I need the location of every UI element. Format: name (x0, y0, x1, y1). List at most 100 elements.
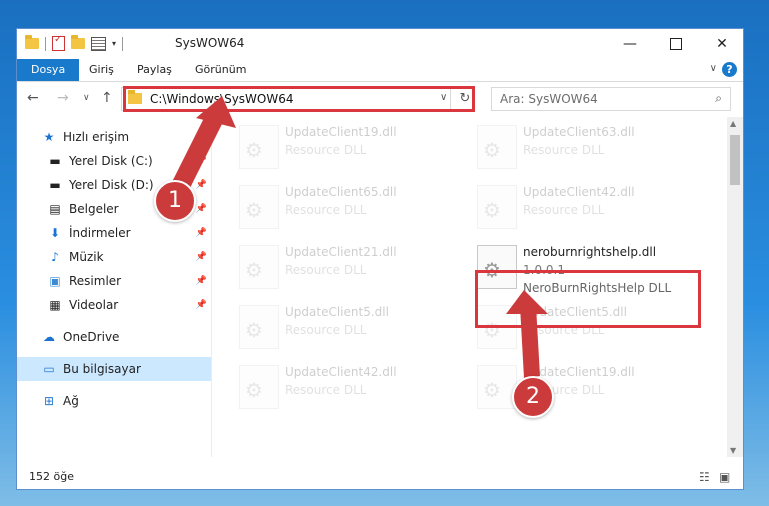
dll-file-icon: ⚙ (239, 185, 279, 229)
details-view-icon[interactable]: ☷ (699, 470, 710, 484)
dll-file-icon: ⚙ (477, 125, 517, 169)
cloud-icon: ☁ (43, 330, 55, 344)
sidebar-item-label: Bu bilgisayar (63, 362, 141, 376)
callout-1: 1 (154, 180, 196, 222)
star-icon: ★ (43, 130, 55, 144)
properties-check-icon[interactable] (52, 34, 65, 51)
video-icon: ▦ (49, 298, 61, 312)
tab-home[interactable]: Giriş (79, 59, 124, 81)
file-name: UpdateClient19.dll (285, 125, 397, 139)
pin-icon[interactable]: 📌 (196, 228, 207, 238)
scroll-down-icon[interactable]: ▼ (730, 446, 736, 455)
computer-icon: ▭ (43, 362, 55, 376)
sidebar-item-label: Yerel Disk (C:) (69, 154, 153, 168)
refresh-button[interactable]: ↻ (455, 87, 475, 111)
sidebar-item-label: Ağ (63, 394, 79, 408)
large-icons-view-icon[interactable]: ▣ (719, 470, 730, 484)
file-description: Resource DLL (523, 143, 605, 157)
expand-ribbon-icon[interactable]: ∨ (710, 63, 717, 74)
back-button[interactable]: ← (27, 90, 39, 106)
maximize-icon (670, 38, 682, 50)
gear-icon: ⚙ (245, 258, 263, 282)
navigation-pane: ★ Hızlı erişim ▬ Yerel Disk (C:) 📌 ▬ Yer… (17, 117, 212, 457)
tab-share[interactable]: Paylaş (127, 59, 182, 81)
dll-file-icon: ⚙ (239, 125, 279, 169)
callout-2: 2 (512, 376, 554, 418)
tab-file[interactable]: Dosya (17, 59, 80, 81)
search-icon[interactable]: ⌕ (715, 91, 722, 106)
gear-icon: ⚙ (245, 318, 263, 342)
sidebar-item-music[interactable]: ♪ Müzik 📌 (17, 245, 211, 269)
document-icon: ▤ (49, 202, 61, 216)
scroll-thumb[interactable] (730, 135, 740, 185)
recent-locations-icon[interactable]: ∨ (83, 93, 90, 103)
address-highlight-box (123, 86, 475, 112)
up-button[interactable]: ↑ (101, 90, 113, 106)
search-box[interactable]: Ara: SysWOW64 ⌕ (491, 87, 731, 111)
sidebar-item-label: Belgeler (69, 202, 119, 216)
sidebar-item-label: OneDrive (63, 330, 120, 344)
view-properties-icon[interactable] (91, 36, 106, 51)
window-title: SysWOW64 (175, 36, 245, 50)
file-item[interactable]: ⚙ UpdateClient42.dll Resource DLL (237, 361, 467, 415)
dll-file-icon: ⚙ (239, 305, 279, 349)
explorer-window: ▾ SysWOW64 — ✕ Dosya Giriş Paylaş Görünü… (16, 28, 744, 490)
scroll-up-icon[interactable]: ▲ (730, 119, 736, 128)
gear-icon: ⚙ (245, 198, 263, 222)
maximize-button[interactable] (653, 29, 699, 59)
pin-icon[interactable]: 📌 (196, 204, 207, 214)
customize-toolbar-arrow-icon[interactable]: ▾ (112, 39, 116, 48)
file-highlight-box (475, 270, 701, 328)
dll-file-icon: ⚙ (477, 185, 517, 229)
drive-icon: ▬ (49, 178, 61, 192)
file-item[interactable]: ⚙ UpdateClient65.dll Resource DLL (237, 181, 467, 235)
dll-file-icon: ⚙ (477, 365, 517, 409)
pin-icon[interactable]: 📌 (196, 252, 207, 262)
forward-button[interactable]: → (57, 90, 69, 106)
file-item[interactable]: ⚙ UpdateClient5.dll Resource DLL (237, 301, 467, 355)
file-item[interactable]: ⚙ UpdateClient42.dll Resource DLL (475, 181, 705, 235)
sidebar-item-quick-access[interactable]: ★ Hızlı erişim (17, 125, 211, 149)
file-description: Resource DLL (285, 143, 367, 157)
file-name: UpdateClient21.dll (285, 245, 397, 259)
gear-icon: ⚙ (483, 378, 501, 402)
pin-icon[interactable]: 📌 (196, 276, 207, 286)
file-description: Resource DLL (285, 323, 367, 337)
pin-icon[interactable]: 📌 (196, 156, 207, 166)
sidebar-item-this-pc[interactable]: ▭ Bu bilgisayar (17, 357, 211, 381)
search-placeholder[interactable]: Ara: SysWOW64 (500, 92, 598, 106)
tab-view[interactable]: Görünüm (185, 59, 256, 81)
file-description: Resource DLL (285, 383, 367, 397)
file-item[interactable]: ⚙ UpdateClient19.dll Resource DLL (475, 361, 705, 415)
sidebar-item-label: İndirmeler (69, 226, 131, 240)
navigation-bar: ← → ∨ ↑ C:\Windows\SysWOW64 ∨ ↻ Ara: Sys… (17, 82, 743, 116)
sidebar-item-pictures[interactable]: ▣ Resimler 📌 (17, 269, 211, 293)
title-bar: ▾ SysWOW64 — ✕ (17, 29, 743, 59)
sidebar-item-disk-c[interactable]: ▬ Yerel Disk (C:) 📌 (17, 149, 211, 173)
file-item[interactable]: ⚙ UpdateClient21.dll Resource DLL (237, 241, 467, 295)
pin-icon[interactable]: 📌 (196, 180, 207, 190)
close-button[interactable]: ✕ (699, 29, 745, 59)
sidebar-item-onedrive[interactable]: ☁ OneDrive (17, 325, 211, 349)
help-icon[interactable]: ? (722, 62, 737, 77)
file-name: neroburnrightshelp.dll (523, 245, 657, 259)
status-bar: 152 öğe ☷ ▣ (17, 465, 743, 489)
folder-icon (25, 35, 39, 49)
sidebar-item-network[interactable]: ⊞ Ağ (17, 389, 211, 413)
vertical-scrollbar[interactable]: ▲ ▼ (727, 117, 743, 457)
file-name: UpdateClient5.dll (285, 305, 389, 319)
minimize-button[interactable]: — (607, 29, 653, 59)
divider (122, 36, 124, 51)
file-item[interactable]: ⚙ UpdateClient63.dll Resource DLL (475, 121, 705, 175)
gear-icon: ⚙ (245, 138, 263, 162)
download-icon: ⬇ (49, 226, 61, 240)
file-name: UpdateClient65.dll (285, 185, 397, 199)
ribbon-tabs: Dosya Giriş Paylaş Görünüm ∨ ? (17, 59, 743, 82)
pin-icon[interactable]: 📌 (196, 300, 207, 310)
file-item[interactable]: ⚙ UpdateClient19.dll Resource DLL (237, 121, 467, 175)
new-folder-icon[interactable] (71, 35, 85, 49)
music-icon: ♪ (51, 250, 59, 264)
sidebar-item-videos[interactable]: ▦ Videolar 📌 (17, 293, 211, 317)
gear-icon: ⚙ (483, 138, 501, 162)
sidebar-item-downloads[interactable]: ⬇ İndirmeler 📌 (17, 221, 211, 245)
